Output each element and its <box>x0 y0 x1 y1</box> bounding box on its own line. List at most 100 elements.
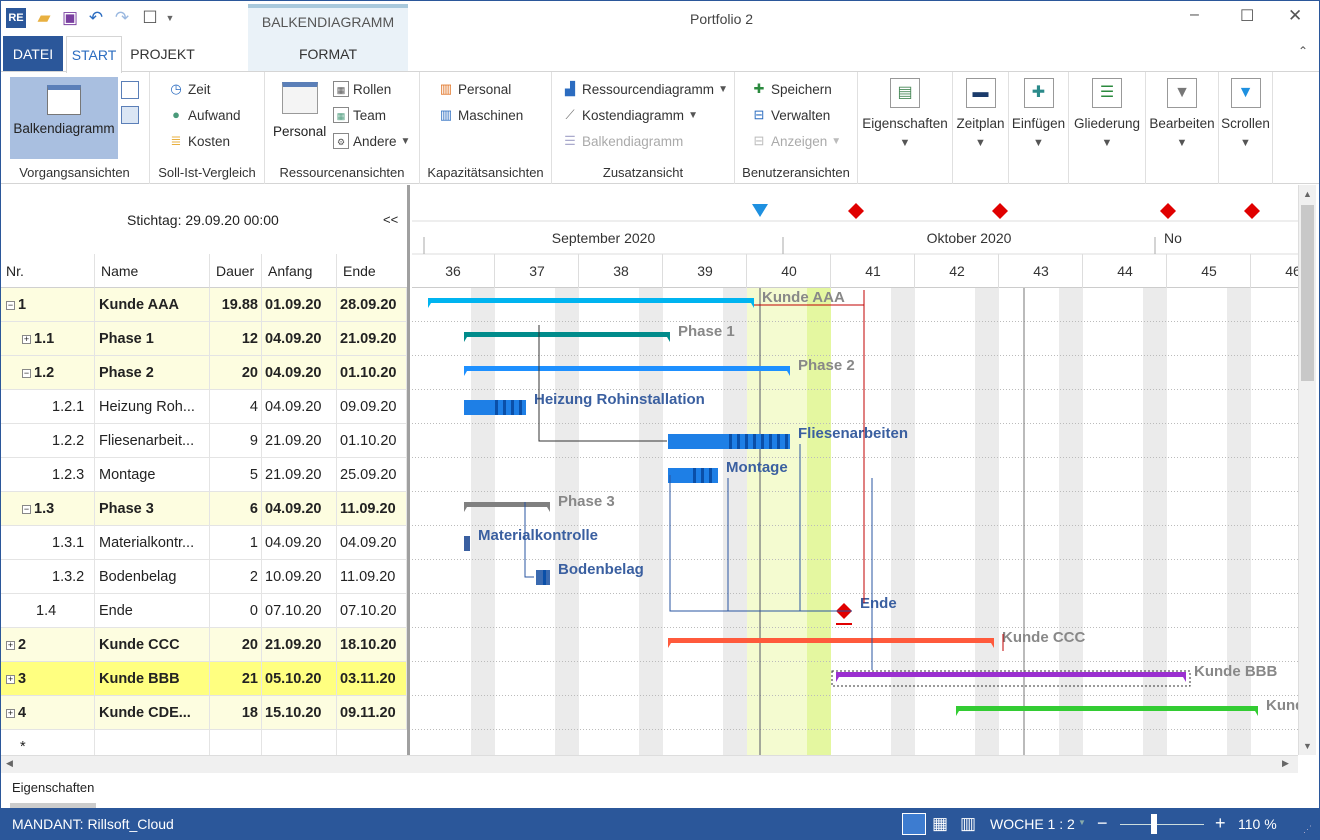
chart-mode-icon[interactable]: ▥ <box>960 814 976 834</box>
table-row[interactable]: +4 Kunde CDE... 18 15.10.20 09.11.20 <box>0 696 407 730</box>
zoom-level-dropdown[interactable]: 110 % <box>1238 816 1277 832</box>
table-row[interactable]: 1.3.2 Bodenbelag 2 10.09.20 11.09.20 <box>0 560 407 594</box>
tab-start[interactable]: START <box>66 36 122 73</box>
big-button-label: Gliederung <box>1073 116 1141 131</box>
gantt-svg[interactable]: September 2020 Oktober 2020 No 36 37 38 39 40 41… <box>412 185 1298 755</box>
summary-bar[interactable] <box>464 366 790 371</box>
verwalten-button[interactable]: ⊟ Verwalten <box>751 107 831 123</box>
collapse-table-button[interactable]: << <box>383 212 398 227</box>
andere-dropdown[interactable]: ⚙ Andere ▼ <box>333 133 410 149</box>
tab-datei[interactable]: DATEI <box>3 36 63 72</box>
table-row[interactable]: 1.3.1 Materialkontr... 1 04.09.20 04.09.20 <box>0 526 407 560</box>
zeit-button[interactable]: ◷ Zeit <box>168 81 210 97</box>
big-button-2[interactable]: ✚ Einfügen ▼ <box>1009 72 1069 184</box>
column-header-3[interactable]: Anfang <box>262 254 337 288</box>
column-header-2[interactable]: Dauer <box>210 254 262 288</box>
scroll-left-icon[interactable]: ◀ <box>6 758 13 769</box>
kostendiagramm-dropdown[interactable]: ⟋ Kostendiagramm ▼ <box>562 107 698 123</box>
tab-projekt[interactable]: PROJEKT <box>125 36 200 72</box>
resource-mode-icon[interactable]: ▦ <box>932 814 948 834</box>
cell-name: Kunde CDE... <box>95 696 210 730</box>
table-row[interactable]: 1.2.1 Heizung Roh... 4 04.09.20 09.09.20 <box>0 390 407 424</box>
task-bar[interactable] <box>464 536 470 551</box>
summary-bar[interactable] <box>956 706 1258 711</box>
other-icon: ⚙ <box>333 133 349 149</box>
table-row[interactable]: −1.3 Phase 3 6 04.09.20 11.09.20 <box>0 492 407 526</box>
table-row[interactable]: +3 Kunde BBB 21 05.10.20 03.11.20 <box>0 662 407 696</box>
table-row[interactable]: 1.2.3 Montage 5 21.09.20 25.09.20 <box>0 458 407 492</box>
collapse-icon[interactable]: − <box>6 300 15 310</box>
zoom-in-button[interactable]: + <box>1215 813 1226 834</box>
big-button-1[interactable]: ▬ Zeitplan ▼ <box>953 72 1009 184</box>
zoom-slider-thumb[interactable] <box>1150 814 1157 834</box>
window-icon[interactable]: ☐ <box>140 8 160 28</box>
aufwand-button[interactable]: ● Aufwand <box>168 107 240 123</box>
summary-bar[interactable] <box>464 332 670 337</box>
table-row[interactable]: 1.4 Ende 0 07.10.20 07.10.20 <box>0 594 407 628</box>
scroll-right-icon[interactable]: ▶ <box>1282 758 1289 769</box>
ressourcendiagramm-dropdown[interactable]: ▟ Ressourcendiagramm ▼ <box>562 81 728 97</box>
maschinen-button[interactable]: ▥ Maschinen <box>438 107 523 123</box>
gantt-mode-icon[interactable] <box>902 813 926 835</box>
bar-label: Kunde CCC <box>1002 629 1085 646</box>
scroll-down-icon[interactable]: ▼ <box>1299 741 1316 751</box>
column-header-0[interactable]: Nr. <box>0 254 95 288</box>
zoom-slider-track[interactable] <box>1120 824 1204 825</box>
close-button[interactable]: ✕ <box>1288 6 1302 26</box>
maximize-button[interactable]: ☐ <box>1240 6 1254 26</box>
expand-icon[interactable]: + <box>22 334 31 344</box>
open-folder-icon[interactable]: ▰ <box>34 8 54 28</box>
table-row[interactable]: +1.1 Phase 1 12 04.09.20 21.09.20 <box>0 322 407 356</box>
summary-bar[interactable] <box>836 672 1186 677</box>
column-header-4[interactable]: Ende <box>337 254 407 288</box>
table-row[interactable]: 1.2.2 Fliesenarbeit... 9 21.09.20 01.10.20 <box>0 424 407 458</box>
scroll-thumb[interactable] <box>1301 205 1314 381</box>
expand-icon[interactable]: + <box>6 674 15 684</box>
new-row[interactable]: * <box>0 730 407 755</box>
scroll-up-icon[interactable]: ▲ <box>1299 189 1316 199</box>
rollen-button[interactable]: ▦ Rollen <box>333 81 391 97</box>
summary-bar[interactable] <box>428 298 754 303</box>
weekend-stripe <box>471 288 495 755</box>
time-scale-dropdown[interactable]: WOCHE 1 : 2 <box>990 816 1075 832</box>
collapse-icon[interactable]: − <box>22 368 31 378</box>
chevron-down-icon[interactable]: ▼ <box>1078 818 1086 827</box>
cell-name: Phase 3 <box>95 492 210 526</box>
grid-view-icon[interactable] <box>121 106 139 124</box>
collapse-icon[interactable]: − <box>22 504 31 514</box>
speichern-button[interactable]: ✚ Speichern <box>751 81 832 97</box>
tab-format[interactable]: FORMAT <box>248 36 408 72</box>
gantt-chart[interactable]: September 2020 Oktober 2020 No 36 37 38 39 40 41… <box>412 185 1298 755</box>
balkendiagramm-view-button[interactable]: Balkendiagramm <box>10 77 118 159</box>
kosten-button[interactable]: ≣ Kosten <box>168 133 230 149</box>
big-button-3[interactable]: ☰ Gliederung ▼ <box>1069 72 1146 184</box>
table-row[interactable]: +2 Kunde CCC 20 21.09.20 18.10.20 <box>0 628 407 662</box>
zoom-out-button[interactable]: − <box>1097 813 1108 834</box>
bar-label: Materialkontrolle <box>478 527 598 544</box>
big-button-0[interactable]: ▤ Eigenschaften ▼ <box>858 72 953 184</box>
cell-nr: 1.2 <box>34 365 55 381</box>
column-header-1[interactable]: Name <box>95 254 210 288</box>
big-button-5[interactable]: ▼ Scrollen ▼ <box>1219 72 1273 184</box>
team-button[interactable]: ▦ Team <box>333 107 386 123</box>
properties-panel-tab[interactable]: Eigenschaften <box>12 780 94 795</box>
table-row[interactable]: −1.2 Phase 2 20 04.09.20 01.10.20 <box>0 356 407 390</box>
collapse-ribbon-icon[interactable]: ⌃ <box>1298 44 1308 58</box>
save-icon[interactable]: ▣ <box>60 8 80 28</box>
expand-icon[interactable]: + <box>6 708 15 718</box>
undo-icon[interactable]: ↶ <box>86 8 106 28</box>
kap-personal-button[interactable]: ▥ Personal <box>438 81 511 97</box>
minimize-button[interactable]: – <box>1190 6 1199 24</box>
table-row[interactable]: −1 Kunde AAA 19.88 01.09.20 28.09.20 <box>0 288 407 322</box>
show-view-icon: ⊟ <box>753 133 765 148</box>
redo-icon[interactable]: ↷ <box>112 8 132 28</box>
expand-icon[interactable]: + <box>6 640 15 650</box>
summary-bar[interactable] <box>464 502 550 507</box>
horizontal-scrollbar[interactable]: ◀ ▶ <box>0 755 1298 773</box>
customize-dropdown-icon[interactable]: ▼ <box>160 8 180 28</box>
vertical-scrollbar[interactable]: ▲ ▼ <box>1298 185 1316 755</box>
summary-bar[interactable] <box>668 638 994 643</box>
big-button-4[interactable]: ▼ Bearbeiten ▼ <box>1146 72 1219 184</box>
personal-view-button[interactable]: Personal <box>273 80 326 139</box>
network-view-icon[interactable] <box>121 81 139 99</box>
